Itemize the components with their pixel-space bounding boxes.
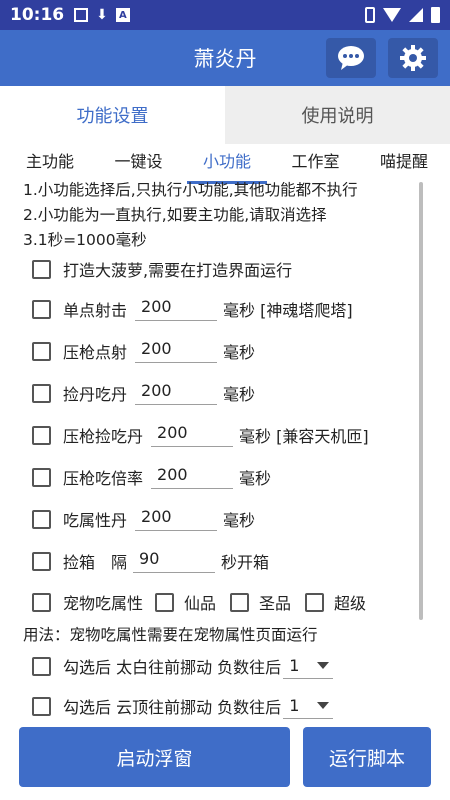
single-shot-checkbox[interactable] [32,299,51,319]
chevron-down-icon [317,662,330,669]
scrollbar[interactable] [419,182,423,620]
note-line-3: 3.1秒=1000毫秒 [23,231,147,249]
super-grade-checkbox[interactable] [305,592,325,612]
recoil-multi-checkbox[interactable] [32,467,51,487]
option-pick-dan-row: 捡丹吃丹 200 毫秒 [32,375,255,411]
yunding-move-row: 勾选后 云顶往前挪动 负数往后 1 [32,688,334,724]
subtab-studio[interactable]: 工作室 [287,148,343,178]
super-grade-label: 超级 [334,594,367,613]
chat-button[interactable] [326,38,376,78]
attr-dan-input[interactable]: 200 [135,507,218,531]
taibai-move-row: 勾选后 太白往前挪动 负数往后 1 [32,648,334,684]
pick-box-unit: 秒开箱 [221,553,270,572]
pick-dan-unit: 毫秒 [223,385,256,404]
recoil-shot-input[interactable]: 200 [135,339,218,363]
recoil-pick-label: 压枪捡吃丹 [63,427,144,446]
pick-box-input[interactable]: 90 [133,549,216,573]
pick-dan-checkbox[interactable] [32,383,51,403]
pick-dan-label: 捡丹吃丹 [63,385,128,404]
subtab-one-key[interactable]: 一键设 [110,148,166,178]
recoil-multi-input[interactable]: 200 [151,465,234,489]
option-pick-box-row: 捡箱 隔 90 秒开箱 [32,543,269,579]
immortal-grade-checkbox[interactable] [155,592,175,612]
top-tabs: 功能设置 使用说明 [0,86,450,144]
pineapple-label: 打造大菠萝,需要在打造界面运行 [63,261,293,280]
recoil-pick-unit: 毫秒 [兼容天机匝] [239,427,369,446]
start-float-window-button[interactable]: 启动浮窗 [19,727,290,787]
settings-button[interactable] [388,38,438,78]
immortal-grade-label: 仙品 [184,594,217,613]
single-shot-label: 单点射击 [63,301,128,320]
subtab-meow-reminder[interactable]: 喵提醒 [376,148,432,178]
saint-grade-checkbox[interactable] [230,592,250,612]
wifi-icon [383,8,401,22]
option-single-shot-row: 单点射击 200 毫秒 [神魂塔爬塔] [32,291,353,327]
attr-dan-label: 吃属性丹 [63,511,128,530]
signal-icon [409,8,423,22]
tab-usage-guide[interactable]: 使用说明 [225,86,450,144]
recoil-multi-unit: 毫秒 [239,469,272,488]
screenshot-icon [74,8,89,22]
attr-dan-checkbox[interactable] [32,509,51,529]
recoil-shot-unit: 毫秒 [223,343,256,362]
status-time: 10:16 [10,5,65,25]
taibai-move-checkbox[interactable] [32,656,51,676]
tab-function-settings[interactable]: 功能设置 [0,86,225,144]
single-shot-unit: 毫秒 [神魂塔爬塔] [223,301,353,320]
single-shot-input[interactable]: 200 [135,297,218,321]
phone-icon [365,7,375,23]
gear-icon [400,45,426,71]
pet-attr-checkbox[interactable] [32,592,51,612]
recoil-multi-label: 压枪吃倍率 [63,469,144,488]
option-recoil-pick-row: 压枪捡吃丹 200 毫秒 [兼容天机匝] [32,417,369,453]
sub-tabs: 主功能 一键设 小功能 工作室 喵提醒 [22,148,432,184]
option-pineapple-row: 打造大菠萝,需要在打造界面运行 [32,251,292,287]
run-script-button[interactable]: 运行脚本 [303,727,431,787]
attr-dan-unit: 毫秒 [223,511,256,530]
yunding-move-select[interactable]: 1 [283,693,334,719]
app-title: 萧炎丹 [193,47,257,71]
yunding-move-label: 勾选后 云顶往前挪动 负数往后 [63,698,282,717]
content-panel: 1.小功能选择后,只执行小功能,其他功能都不执行 2.小功能为一直执行,如要主功… [0,178,450,719]
status-bar: 10:16 ⬇ A [0,0,450,30]
battery-icon [431,7,440,23]
pick-dan-input[interactable]: 200 [135,381,218,405]
note-line-1: 1.小功能选择后,只执行小功能,其他功能都不执行 [23,181,358,199]
recoil-shot-checkbox[interactable] [32,341,51,361]
yunding-move-value: 1 [289,696,300,715]
option-recoil-shot-row: 压枪点射 200 毫秒 [32,333,255,369]
chevron-down-icon [317,702,330,709]
recoil-pick-input[interactable]: 200 [151,423,234,447]
pick-box-label: 捡箱 [63,553,96,572]
option-attr-dan-row: 吃属性丹 200 毫秒 [32,501,255,537]
taibai-move-label: 勾选后 太白往前挪动 负数往后 [63,658,282,677]
chat-bubble-icon [338,46,364,70]
option-recoil-multi-row: 压枪吃倍率 200 毫秒 [32,459,271,495]
pick-box-interval-label: 隔 [111,553,128,572]
recoil-pick-checkbox[interactable] [32,425,51,445]
a-badge-icon: A [115,8,130,22]
taibai-move-value: 1 [289,656,300,675]
yunding-move-checkbox[interactable] [32,696,51,716]
taibai-move-select[interactable]: 1 [283,653,334,679]
pineapple-checkbox[interactable] [32,259,51,279]
subtab-small-functions[interactable]: 小功能 [186,148,268,184]
pet-attr-label: 宠物吃属性 [63,594,144,613]
option-pet-attr-row: 宠物吃属性 仙品 圣品 超级 [32,584,366,620]
subtab-main[interactable]: 主功能 [22,148,78,178]
note-line-2: 2.小功能为一直执行,如要主功能,请取消选择 [23,206,327,224]
pick-box-checkbox[interactable] [32,551,51,571]
saint-grade-label: 圣品 [259,594,292,613]
status-icons [365,7,440,23]
app-bar: 萧炎丹 [0,30,450,86]
recoil-shot-label: 压枪点射 [63,343,128,362]
download-icon: ⬇ [96,7,108,23]
usage-note: 用法：宠物吃属性需要在宠物属性页面运行 [23,626,318,644]
